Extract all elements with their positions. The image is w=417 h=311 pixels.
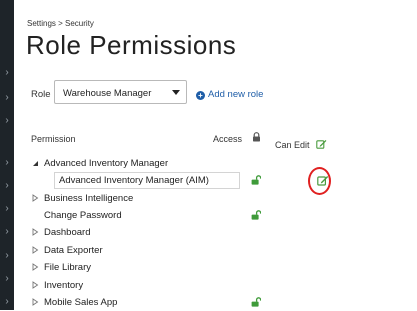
edit-icon xyxy=(316,140,327,149)
permission-row[interactable]: Change Password xyxy=(30,207,417,224)
permission-label: Mobile Sales App xyxy=(44,297,118,308)
permission-row[interactable]: Business Intelligence xyxy=(30,190,417,207)
collapsed-triangle-icon[interactable] xyxy=(31,246,39,254)
collapsed-triangle-icon[interactable] xyxy=(31,263,39,271)
permission-row[interactable]: Advanced Inventory Manager xyxy=(30,155,417,172)
permission-label: Dashboard xyxy=(44,227,91,238)
highlight-circle xyxy=(308,167,331,195)
sidebar-chevron-icon[interactable]: › xyxy=(2,227,12,237)
lock-icon xyxy=(253,132,260,142)
collapsed-triangle-icon[interactable] xyxy=(31,194,39,202)
permission-column-header: Permission xyxy=(31,134,76,144)
collapsed-triangle-icon[interactable] xyxy=(31,298,39,306)
sidebar-chevron-icon[interactable]: › xyxy=(2,93,12,103)
can-edit-column-header: Can Edit xyxy=(275,140,310,150)
add-new-role-label: Add new role xyxy=(208,89,264,100)
sidebar-chevron-icon[interactable]: › xyxy=(2,274,12,284)
permission-label: Advanced Inventory Manager xyxy=(44,158,169,169)
breadcrumb: Settings > Security xyxy=(27,19,94,28)
permission-label: Advanced Inventory Manager (AIM) xyxy=(59,175,209,186)
sidebar: › › › › › › › › › › xyxy=(0,0,14,310)
sidebar-chevron-icon[interactable]: › xyxy=(2,158,12,168)
access-column-header: Access xyxy=(213,134,243,144)
dropdown-caret-icon xyxy=(172,90,180,95)
permission-row[interactable]: Data Exporter xyxy=(30,242,417,259)
unlock-icon[interactable] xyxy=(251,210,262,223)
permission-label: Data Exporter xyxy=(44,245,103,256)
sidebar-chevron-icon[interactable]: › xyxy=(2,297,12,307)
collapsed-triangle-icon[interactable] xyxy=(31,228,39,236)
page-title: Role Permissions xyxy=(26,30,237,60)
permission-label: File Library xyxy=(44,262,91,273)
permission-row[interactable]: Advanced Inventory Manager (AIM) xyxy=(30,172,417,189)
permission-label: Change Password xyxy=(44,210,122,221)
add-new-role-link[interactable]: + Add new role xyxy=(196,89,263,100)
role-select-value: Warehouse Manager xyxy=(63,88,152,99)
sidebar-chevron-icon[interactable]: › xyxy=(2,68,12,78)
unlock-icon[interactable] xyxy=(251,175,262,188)
permission-label: Inventory xyxy=(44,280,84,291)
sidebar-chevron-icon[interactable]: › xyxy=(2,204,12,214)
sidebar-chevron-icon[interactable]: › xyxy=(2,251,12,261)
role-label: Role xyxy=(31,89,51,100)
permission-row[interactable]: File Library xyxy=(30,259,417,276)
collapsed-triangle-icon[interactable] xyxy=(31,281,39,289)
expanded-triangle-icon[interactable] xyxy=(31,159,39,167)
plus-circle-icon: + xyxy=(196,91,205,100)
role-select[interactable]: Warehouse Manager xyxy=(54,80,187,104)
unlock-icon[interactable] xyxy=(251,297,262,310)
permission-row[interactable]: Inventory xyxy=(30,277,417,294)
permission-label: Business Intelligence xyxy=(44,193,134,204)
sidebar-chevron-icon[interactable]: › xyxy=(2,116,12,126)
permission-row[interactable]: Mobile Sales App xyxy=(30,294,417,311)
permission-row[interactable]: Dashboard xyxy=(30,224,417,241)
sidebar-chevron-icon[interactable]: › xyxy=(2,181,12,191)
